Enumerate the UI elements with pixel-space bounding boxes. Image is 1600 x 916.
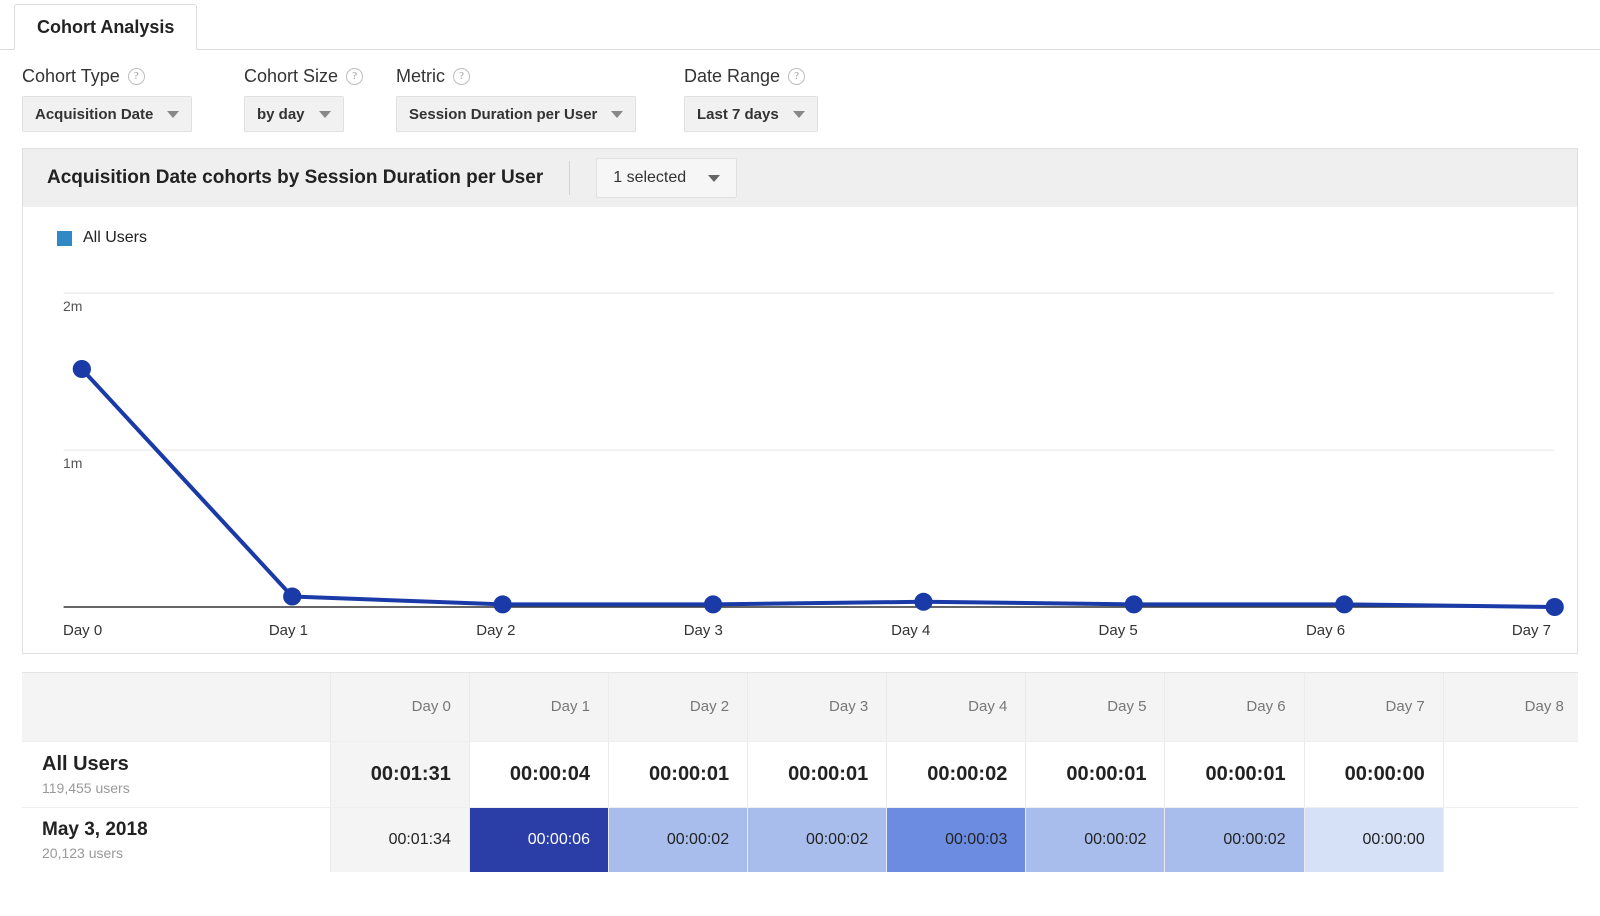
cohort-cell: 00:00:02 [1164, 807, 1305, 872]
metric-value: Session Duration per User [409, 105, 598, 123]
table-header-day-0: Day 0 [330, 673, 470, 742]
table-header-day-4: Day 4 [886, 673, 1027, 742]
help-icon[interactable]: ? [453, 67, 470, 85]
cohort-table-container[interactable]: Day 0 Day 1 Day 2 Day 3 Day 4 Day 5 Day 6 Day 7… [22, 672, 1578, 872]
x-axis-tick: Day 1 [268, 622, 309, 639]
cohort-cell [1443, 741, 1578, 808]
cohort-size-label: Cohort Size ? [244, 64, 396, 88]
tab-cohort-analysis[interactable]: Cohort Analysis [14, 4, 198, 50]
table-header-day-2: Day 2 [608, 673, 749, 742]
table-row[interactable]: All Users 119,455 users 00:01:31 00:00:04 00… [22, 741, 1578, 808]
x-axis-tick: Day 7 [1511, 622, 1551, 639]
chevron-down-icon [167, 110, 180, 118]
chart-body: All Users 2m 1m Day 0 Day 1 Day 2 Day 3 Day 4D… [23, 207, 1577, 653]
table-header-row: Day 0 Day 1 Day 2 Day 3 Day 4 Day 5 Day 6 Day 7… [22, 673, 1578, 742]
cohort-cell: 00:00:00 [1304, 741, 1444, 808]
table-row[interactable]: May 3, 2018 20,123 users 00:01:34 00:00:06 0… [22, 807, 1578, 872]
y-axis-tick: 2m [63, 298, 83, 315]
x-axis-tick: Day 0 [63, 622, 103, 639]
metric-label: Metric ? [396, 64, 684, 88]
table-header-day-3: Day 3 [747, 673, 888, 742]
cohort-cell: 00:01:31 [330, 741, 470, 808]
metric-dropdown[interactable]: Session Duration per User [396, 96, 637, 132]
chevron-down-icon [318, 110, 331, 118]
tab-label: Cohort Analysis [37, 16, 175, 37]
cohort-cell: 00:00:01 [1025, 741, 1166, 808]
x-axis-tick: Day 3 [683, 622, 723, 639]
table-header-cohort [22, 673, 331, 742]
divider [569, 161, 571, 195]
control-metric: Metric ? Session Duration per User [396, 64, 684, 132]
cohort-cell: 00:00:02 [608, 807, 749, 872]
cohort-cell: 00:01:34 [330, 807, 470, 872]
table-header-day-6: Day 6 [1164, 673, 1305, 742]
cohort-row-header: May 3, 2018 20,123 users [22, 807, 331, 872]
table-header-day-5: Day 5 [1025, 673, 1166, 742]
date-range-label: Date Range ? [684, 64, 818, 88]
table-body: All Users 119,455 users 00:01:31 00:00:04 00… [22, 741, 1578, 872]
cohort-type-value: Acquisition Date [35, 105, 154, 123]
tab-bar: Cohort Analysis [0, 0, 1600, 50]
chevron-down-icon [792, 110, 805, 118]
cohort-cell: 00:00:00 [1304, 807, 1444, 872]
y-axis-tick: 1m [63, 455, 83, 472]
date-range-value: Last 7 days [697, 105, 779, 123]
chart-panel-header: Acquisition Date cohorts by Session Dura… [23, 149, 1577, 207]
cohort-cell: 00:00:04 [469, 741, 609, 808]
series-selector-dropdown[interactable]: 1 selected [596, 158, 738, 198]
control-date-range: Date Range ? Last 7 days [684, 64, 818, 132]
x-axis-tick: Day 5 [1098, 622, 1138, 639]
table-header-day-1: Day 1 [469, 673, 609, 742]
control-cohort-type: Cohort Type ? Acquisition Date [22, 64, 244, 132]
cohort-user-count: 119,455 users [42, 779, 130, 796]
help-icon[interactable]: ? [788, 67, 806, 85]
chevron-down-icon [708, 174, 721, 182]
chart-panel: Acquisition Date cohorts by Session Dura… [22, 148, 1578, 654]
cohort-cell: 00:00:02 [1025, 807, 1166, 872]
chevron-down-icon [611, 110, 624, 118]
cohort-cell: 00:00:06 [469, 807, 609, 872]
chart-title: Acquisition Date cohorts by Session Dura… [47, 167, 544, 188]
cohort-row-header: All Users 119,455 users [22, 741, 331, 808]
table-header-day-8: Day 8 [1443, 673, 1578, 742]
date-range-dropdown[interactable]: Last 7 days [684, 96, 818, 132]
series-selector-value: 1 selected [613, 169, 687, 186]
x-axis-tick: Day 2 [476, 622, 516, 639]
cohort-name: All Users [42, 752, 129, 775]
x-axis-tick: Day 4 [891, 622, 931, 639]
cohort-cell: 00:00:02 [747, 807, 888, 872]
cohort-cell: 00:00:02 [886, 741, 1027, 808]
x-axis-tick: Day 6 [1305, 622, 1346, 639]
cohort-size-value: by day [257, 105, 305, 123]
cohort-cell: 00:00:01 [1164, 741, 1305, 808]
cohort-table: Day 0 Day 1 Day 2 Day 3 Day 4 Day 5 Day 6 Day 7… [22, 673, 1578, 872]
line-chart-svg [63, 292, 1564, 616]
cohort-name: May 3, 2018 [42, 819, 148, 840]
table-header-day-7: Day 7 [1304, 673, 1444, 742]
cohort-cell: 00:00:01 [608, 741, 749, 808]
cohort-cell: 00:00:01 [747, 741, 888, 808]
controls-row: Cohort Type ? Acquisition Date Cohort Si… [0, 50, 1600, 140]
cohort-type-dropdown[interactable]: Acquisition Date [22, 96, 193, 132]
cohort-cell [1443, 807, 1578, 872]
cohort-cell: 00:00:03 [886, 807, 1027, 872]
cohort-type-label: Cohort Type ? [22, 64, 244, 88]
cohort-size-dropdown[interactable]: by day [244, 96, 344, 132]
help-icon[interactable]: ? [127, 67, 145, 85]
control-cohort-size: Cohort Size ? by day [244, 64, 396, 132]
cohort-user-count: 20,123 users [42, 845, 123, 861]
help-icon[interactable]: ? [346, 67, 364, 85]
